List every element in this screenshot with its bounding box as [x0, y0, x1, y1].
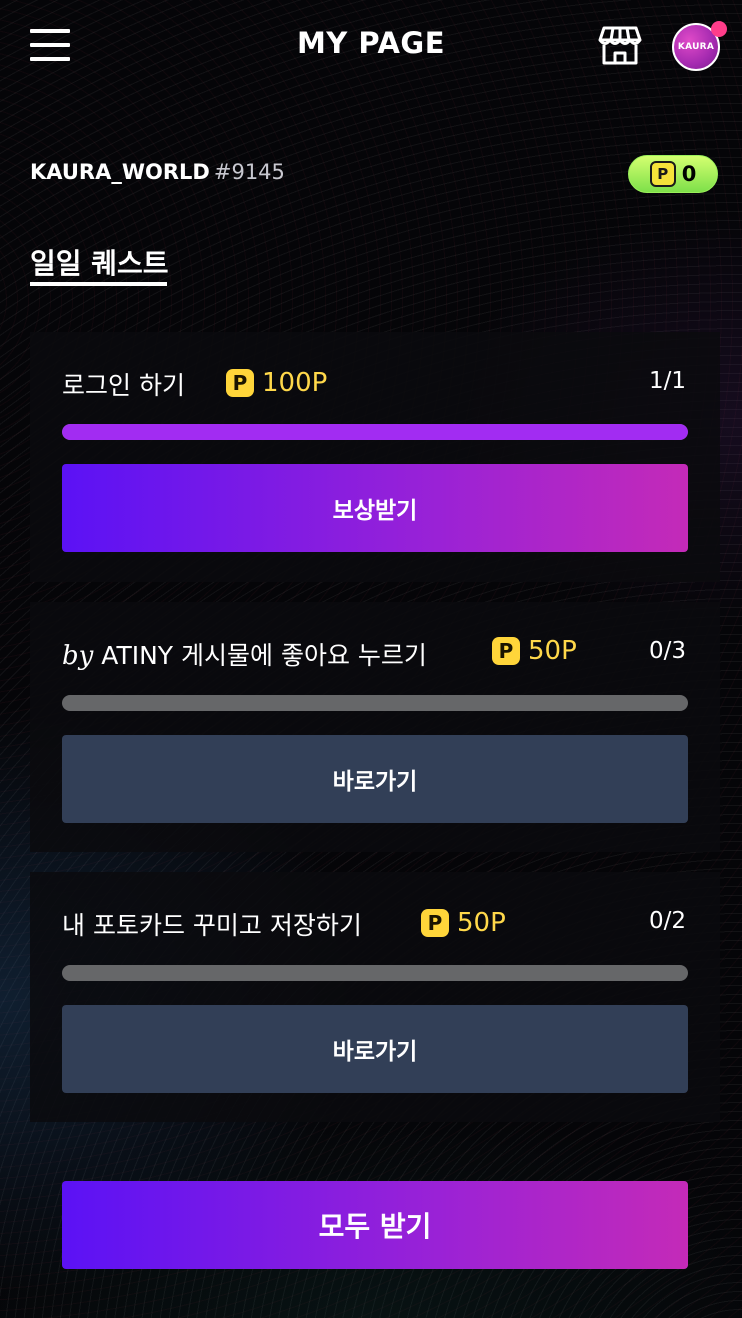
quest-progress-text: 1/1: [648, 368, 686, 394]
quest-reward: P 50P: [492, 636, 577, 666]
quest-title-text: ATINY 게시물에 좋아요 누르기: [101, 641, 427, 670]
avatar-text: KAURA: [677, 42, 715, 52]
quest-reward: P 50P: [421, 908, 506, 938]
user-name: KAURA_WORLD #9145: [30, 160, 285, 184]
tab-daily-quest[interactable]: 일일 퀘스트: [30, 242, 169, 282]
quest-title: by ATINY 게시물에 좋아요 누르기: [62, 636, 427, 672]
quest-progress-text: 0/3: [648, 638, 686, 664]
quest-title: 내 포토카드 꾸미고 저장하기: [62, 911, 362, 940]
go-to-button[interactable]: 바로가기: [62, 735, 688, 823]
points-value: 0: [681, 162, 697, 186]
quest-card: 내 포토카드 꾸미고 저장하기 P 50P 0/2 바로가기: [30, 872, 720, 1122]
quest-title-prefix: by: [62, 641, 94, 671]
quest-reward-value: 100P: [262, 368, 328, 398]
store-icon[interactable]: [598, 24, 642, 66]
tab-underline: [30, 282, 167, 286]
p-coin-icon: P: [492, 637, 520, 665]
p-coin-icon: P: [226, 369, 254, 397]
quest-reward: P 100P: [226, 368, 327, 398]
quest-progress-bar: [62, 695, 688, 711]
p-coin-icon: P: [421, 909, 449, 937]
quest-progress-bar: [62, 424, 688, 440]
quest-progress-bar: [62, 965, 688, 981]
points-balance[interactable]: P 0: [628, 155, 718, 193]
user-tag: #9145: [213, 160, 285, 184]
go-to-button[interactable]: 바로가기: [62, 1005, 688, 1093]
quest-progress-text: 0/2: [648, 908, 686, 934]
user-name-text: KAURA_WORLD: [30, 160, 210, 184]
claim-all-button[interactable]: 모두 받기: [62, 1181, 688, 1269]
quest-card: 로그인 하기 P 100P 1/1 보상받기: [30, 332, 720, 582]
quest-title: 로그인 하기: [62, 371, 185, 400]
quest-card: by ATINY 게시물에 좋아요 누르기 P 50P 0/3 바로가기: [30, 602, 720, 852]
claim-reward-button[interactable]: 보상받기: [62, 464, 688, 552]
p-coin-icon: P: [649, 161, 676, 187]
quest-reward-value: 50P: [528, 636, 577, 666]
quest-reward-value: 50P: [457, 908, 506, 938]
quest-progress-fill: [62, 424, 688, 440]
notification-dot: [711, 21, 727, 37]
